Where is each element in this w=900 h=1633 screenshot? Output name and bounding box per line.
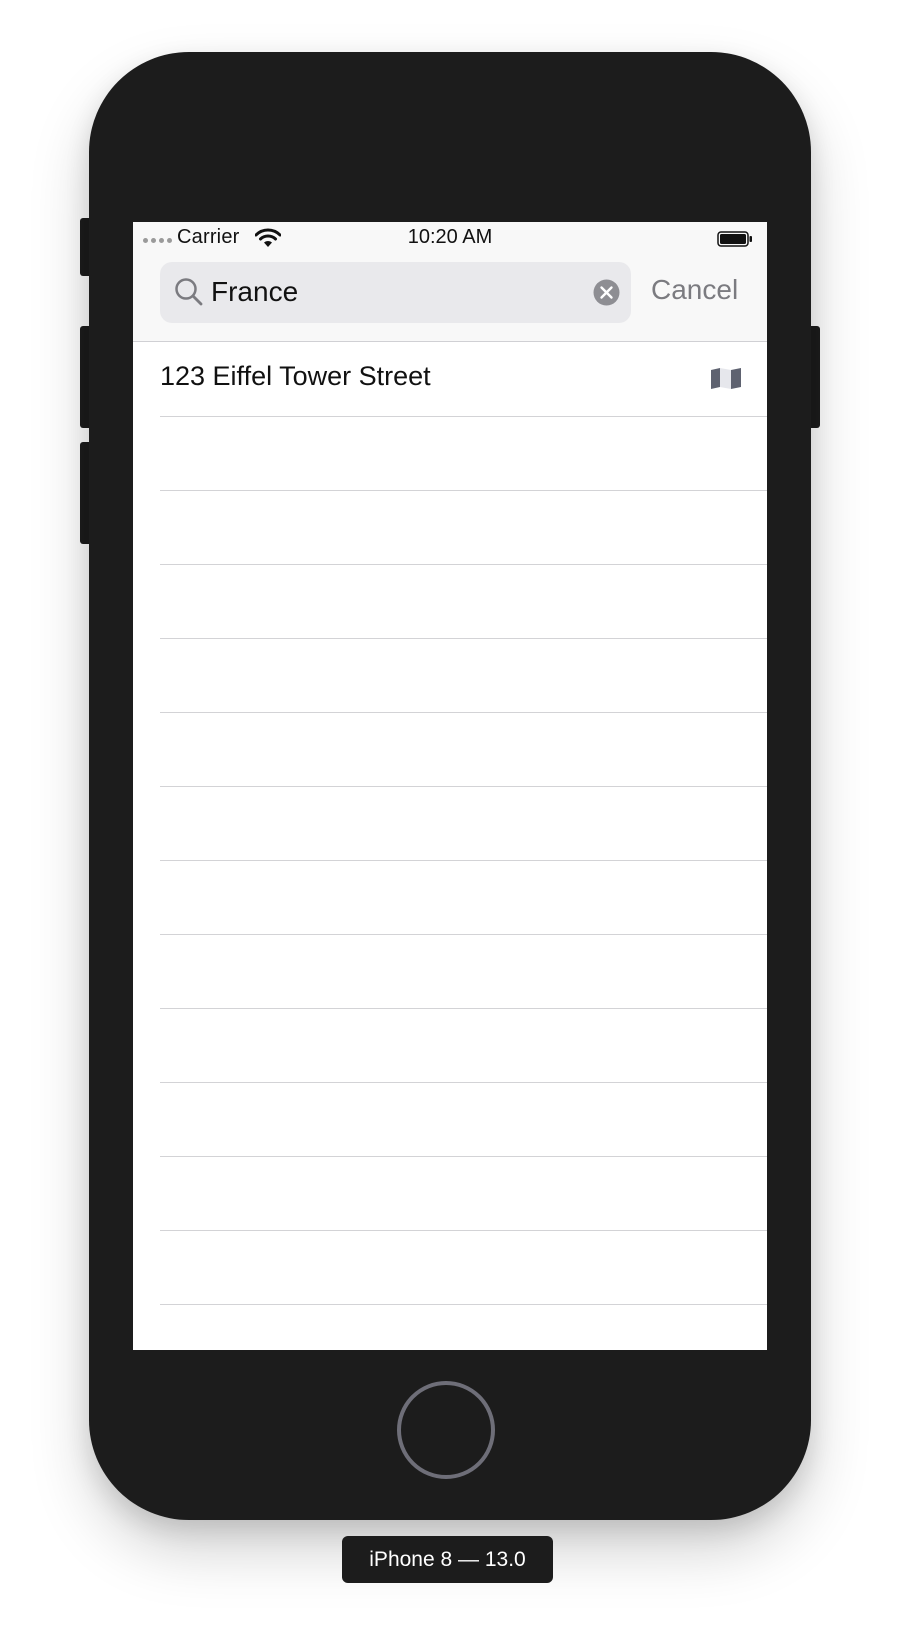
empty-row <box>160 416 767 491</box>
empty-row <box>160 712 767 787</box>
battery-icon <box>717 231 752 247</box>
empty-row <box>160 638 767 713</box>
status-time: 10:20 AM <box>407 226 493 248</box>
empty-row <box>160 786 767 861</box>
map-icon <box>711 368 741 389</box>
result-label: 123 Eiffel Tower Street <box>160 361 431 391</box>
search-input[interactable]: France <box>211 276 298 308</box>
result-row[interactable]: 123 Eiffel Tower Street <box>160 342 767 417</box>
empty-row <box>160 860 767 935</box>
empty-row <box>160 1008 767 1083</box>
app-screen: Carrier 10:20 AM France Cancel 123 Eiffe… <box>133 222 767 1350</box>
empty-row <box>160 1156 767 1231</box>
device-label: iPhone 8 — 13.0 <box>342 1536 553 1583</box>
empty-row <box>160 934 767 1009</box>
search-header: Carrier 10:20 AM France Cancel <box>133 222 767 342</box>
magnifier-icon <box>175 278 203 306</box>
status-bar: Carrier 10:20 AM <box>133 222 767 256</box>
cancel-button[interactable]: Cancel <box>651 274 738 306</box>
search-field[interactable]: France <box>160 262 631 323</box>
clear-circle-icon[interactable] <box>593 279 620 306</box>
empty-row <box>160 564 767 639</box>
home-button[interactable] <box>397 1381 495 1479</box>
empty-row <box>160 1230 767 1305</box>
empty-row <box>160 1082 767 1157</box>
empty-row <box>160 490 767 565</box>
